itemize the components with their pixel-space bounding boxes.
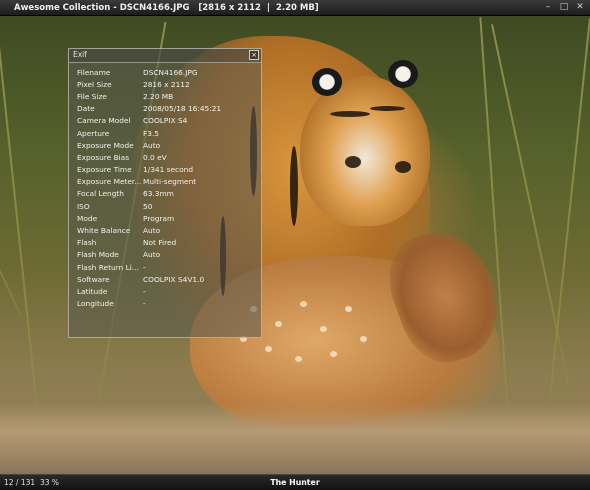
- tiger-stripe: [290, 146, 298, 226]
- exif-label: Exposure Bias: [77, 152, 130, 162]
- exif-value: -: [143, 299, 146, 309]
- exif-label: Software: [77, 274, 110, 284]
- exif-row: Focal Length 63.3mm: [77, 188, 261, 200]
- tiger-eye: [345, 156, 361, 168]
- exif-label: Latitude: [77, 286, 108, 296]
- deer-spot: [300, 301, 307, 307]
- exif-value: Not Fired: [143, 238, 177, 248]
- exif-label: ISO: [77, 201, 90, 211]
- tiger-stripe: [330, 111, 370, 117]
- exif-value: DSCN4166.JPG: [143, 67, 198, 77]
- exif-panel[interactable]: Exif × Filename DSCN4166.JPG Pixel Size 281…: [68, 48, 262, 338]
- exif-value: 2008/05/18 16:45:21: [143, 104, 222, 114]
- exif-row: Longitude -: [77, 298, 261, 310]
- exif-value: 2.20 MB: [143, 91, 174, 101]
- exif-value: 63.3mm: [143, 189, 174, 199]
- exif-value: 2816 x 2112: [143, 79, 190, 89]
- tiger-eye: [395, 161, 411, 173]
- exif-row: Software COOLPIX S4V1.0: [77, 273, 261, 285]
- exif-row: Pixel Size 2816 x 2112: [77, 78, 261, 90]
- exif-label: Filename: [77, 67, 111, 77]
- exif-panel-header[interactable]: Exif ×: [69, 49, 261, 63]
- deer-spot: [330, 351, 337, 357]
- exif-row: File Size 2.20 MB: [77, 90, 261, 102]
- deer-spot: [345, 306, 352, 312]
- exif-label: Focal Length: [77, 189, 124, 199]
- restore-icon[interactable]: □: [558, 1, 570, 13]
- exif-row: Mode Program: [77, 212, 261, 224]
- exif-label: Exposure Time: [77, 165, 132, 175]
- deer-spot: [320, 326, 327, 332]
- exif-label: Exposure Mode: [77, 140, 134, 150]
- exif-value: F3.5: [143, 128, 160, 138]
- exif-value: Multi-segment: [143, 177, 197, 187]
- exif-value: -: [143, 286, 146, 296]
- status-bar: 12 / 131 33 % The Hunter: [0, 474, 590, 490]
- exif-label: Flash Mode: [77, 250, 119, 260]
- ground: [0, 404, 590, 474]
- deer-spot: [265, 346, 272, 352]
- exif-value: 50: [143, 201, 153, 211]
- exif-value: Auto: [143, 226, 161, 236]
- tiger-ear: [312, 68, 342, 96]
- exif-row: Date 2008/05/18 16:45:21: [77, 103, 261, 115]
- minimize-icon[interactable]: –: [542, 1, 554, 13]
- exif-label: Flash Return Li...: [77, 262, 139, 272]
- exif-label: Longitude: [77, 299, 114, 309]
- exif-row: Flash Return Li... -: [77, 261, 261, 273]
- grass-blade: [545, 18, 590, 437]
- exif-row: Exposure Bias 0.0 eV: [77, 151, 261, 163]
- exif-value: Auto: [143, 250, 161, 260]
- deer-spot: [295, 356, 302, 362]
- exif-label: Date: [77, 104, 95, 114]
- exif-label: File Size: [77, 91, 107, 101]
- close-icon[interactable]: ×: [249, 50, 259, 60]
- exif-value: Program: [143, 213, 175, 223]
- exif-value: 1/341 second: [143, 165, 194, 175]
- tiger-ear: [388, 60, 418, 88]
- exif-row: Exposure Time 1/341 second: [77, 164, 261, 176]
- exif-label: Pixel Size: [77, 79, 112, 89]
- exif-value: COOLPIX S4: [143, 116, 188, 126]
- exif-row: Camera Model COOLPIX S4: [77, 115, 261, 127]
- exif-row: Filename DSCN4166.JPG: [77, 66, 261, 78]
- deer-spot: [275, 321, 282, 327]
- exif-value: -: [143, 262, 146, 272]
- exif-row: Exposure Meter... Multi-segment: [77, 176, 261, 188]
- exif-label: Flash: [77, 238, 97, 248]
- exif-label: Exposure Meter...: [77, 177, 142, 187]
- exif-row: Aperture F3.5: [77, 127, 261, 139]
- exif-row: Flash Not Fired: [77, 237, 261, 249]
- exif-row: White Balance Auto: [77, 224, 261, 236]
- exif-value: 0.0 eV: [143, 152, 167, 162]
- exif-row: ISO 50: [77, 200, 261, 212]
- grass-blade: [0, 18, 42, 447]
- tiger-stripe: [370, 106, 405, 111]
- exif-value: Auto: [143, 140, 161, 150]
- window-close-icon[interactable]: ✕: [574, 1, 586, 13]
- window-controls: – □ ✕: [542, 1, 586, 13]
- exif-panel-title: Exif: [73, 50, 87, 59]
- window-title: Awesome Collection - DSCN4166.JPG [2816 …: [14, 2, 319, 13]
- exif-value: COOLPIX S4V1.0: [143, 274, 205, 284]
- exif-label: Mode: [77, 213, 98, 223]
- exif-row: Exposure Mode Auto: [77, 139, 261, 151]
- exif-label: Camera Model: [77, 116, 131, 126]
- deer-spot: [360, 336, 367, 342]
- exif-row: Flash Mode Auto: [77, 249, 261, 261]
- window-titlebar[interactable]: Awesome Collection - DSCN4166.JPG [2816 …: [0, 0, 590, 16]
- tiger-head: [300, 76, 430, 226]
- exif-label: Aperture: [77, 128, 110, 138]
- exif-row: Latitude -: [77, 285, 261, 297]
- exif-table: Filename DSCN4166.JPG Pixel Size 2816 x 211…: [69, 63, 261, 310]
- image-caption: The Hunter: [270, 478, 320, 487]
- exif-label: White Balance: [77, 226, 131, 236]
